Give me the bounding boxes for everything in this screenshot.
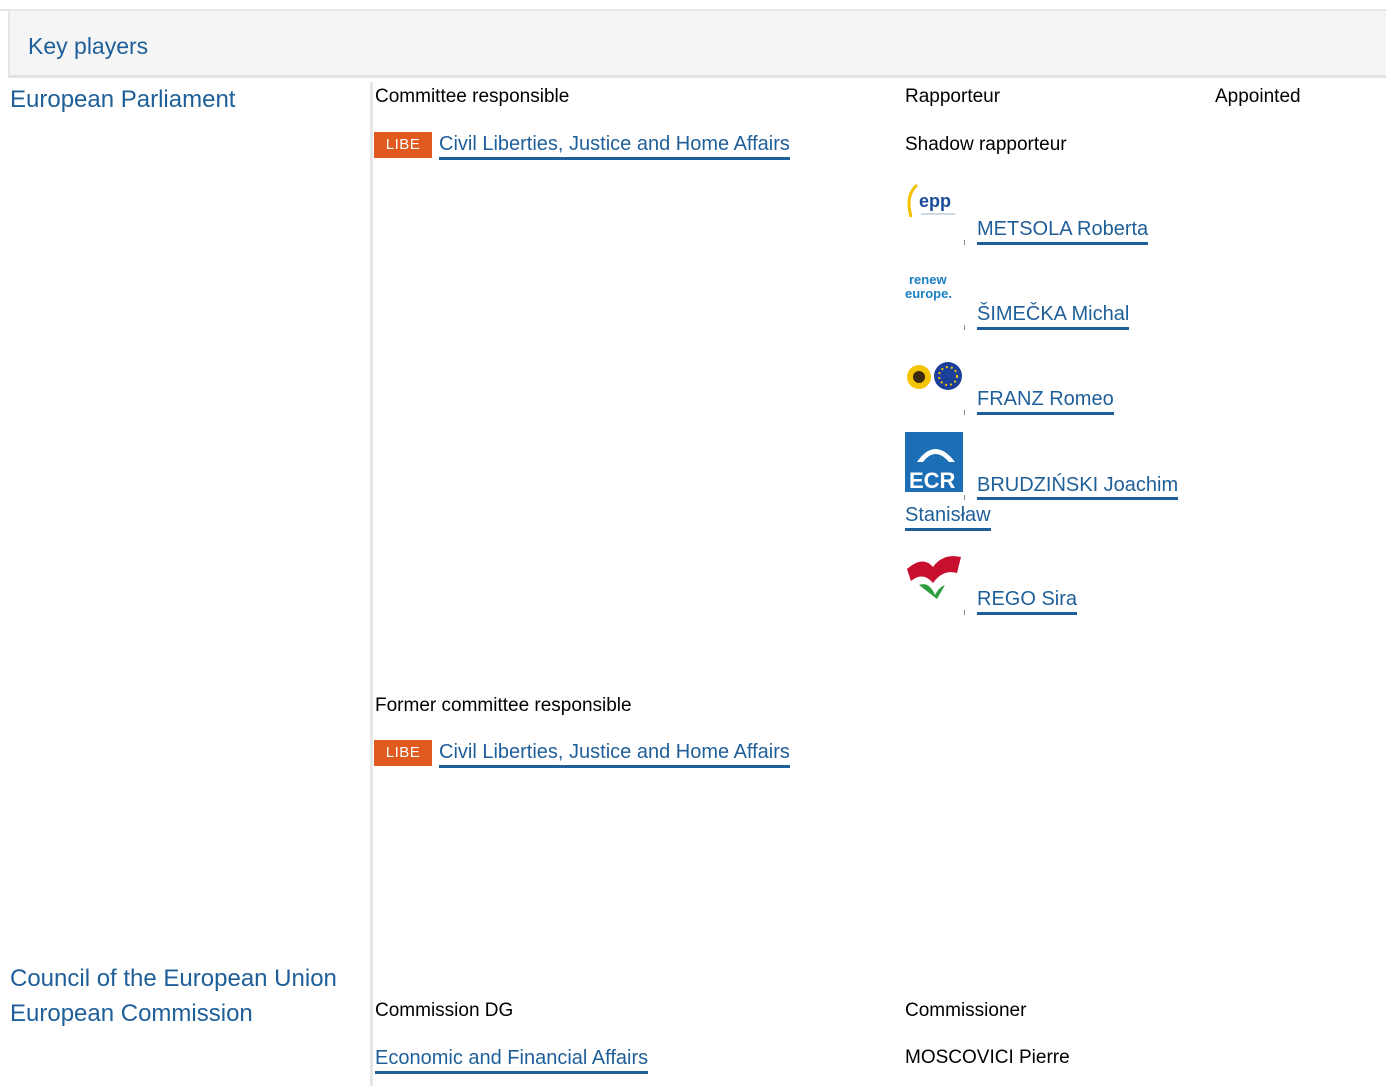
sd-logo-icon (903, 547, 963, 607)
european-commission-link[interactable]: European Commission (10, 1000, 253, 1028)
section-title: Key players (28, 33, 149, 59)
shadow-rapporteur-link-line2[interactable]: Stanisław (905, 503, 991, 531)
shadow-rapporteur-link[interactable]: METSOLA Roberta (977, 217, 1149, 245)
svg-text:renew: renew (909, 272, 947, 287)
former-committee-label: Former committee responsible (375, 695, 632, 716)
key-players-header: Key players (8, 11, 1386, 78)
former-committee-badge: LIBE (374, 740, 432, 766)
commission-dg-link[interactable]: Economic and Financial Affairs (375, 1046, 649, 1074)
tick-mark (964, 325, 965, 330)
commission-dg-label: Commission DG (375, 1000, 514, 1021)
tick-mark (964, 240, 965, 245)
committee-responsible-label: Committee responsible (375, 86, 570, 107)
greens-efa-logo-icon (903, 347, 963, 407)
svg-text:europe.: europe. (905, 286, 952, 301)
renew-europe-logo-icon: renew europe. (903, 262, 963, 322)
epp-logo-icon: epp (903, 177, 963, 237)
column-divider (370, 82, 373, 1086)
commissioner-label: Commissioner (905, 1000, 1027, 1021)
svg-text:ECR: ECR (909, 468, 956, 492)
tick-mark (964, 495, 965, 500)
svg-text:epp: epp (919, 191, 951, 211)
european-parliament-link[interactable]: European Parliament (10, 86, 235, 114)
committee-link[interactable]: Civil Liberties, Justice and Home Affair… (439, 132, 790, 160)
shadow-rapporteur-link[interactable]: REGO Sira (977, 587, 1078, 615)
key-players-page: Key players European Parliament Council … (0, 0, 1386, 1086)
former-committee-link[interactable]: Civil Liberties, Justice and Home Affair… (439, 740, 790, 768)
shadow-rapporteur-link[interactable]: ŠIMEČKA Michal (977, 302, 1130, 330)
tick-mark (964, 410, 965, 415)
shadow-rapporteur-label: Shadow rapporteur (905, 134, 1067, 155)
shadow-rapporteur-link-line1[interactable]: BRUDZIŃSKI Joachim (977, 473, 1179, 500)
council-link[interactable]: Council of the European Union (10, 965, 337, 993)
shadow-rapporteur-name-line1[interactable]: BRUDZIŃSKI Joachim (977, 474, 1179, 500)
committee-badge: LIBE (374, 132, 432, 158)
shadow-rapporteur-link[interactable]: FRANZ Romeo (977, 387, 1114, 415)
ecr-logo-icon: ECR (903, 432, 965, 493)
tick-mark (964, 610, 965, 615)
rapporteur-label: Rapporteur (905, 86, 1001, 107)
appointed-label: Appointed (1215, 86, 1301, 107)
commissioner-name: MOSCOVICI Pierre (905, 1047, 1070, 1068)
